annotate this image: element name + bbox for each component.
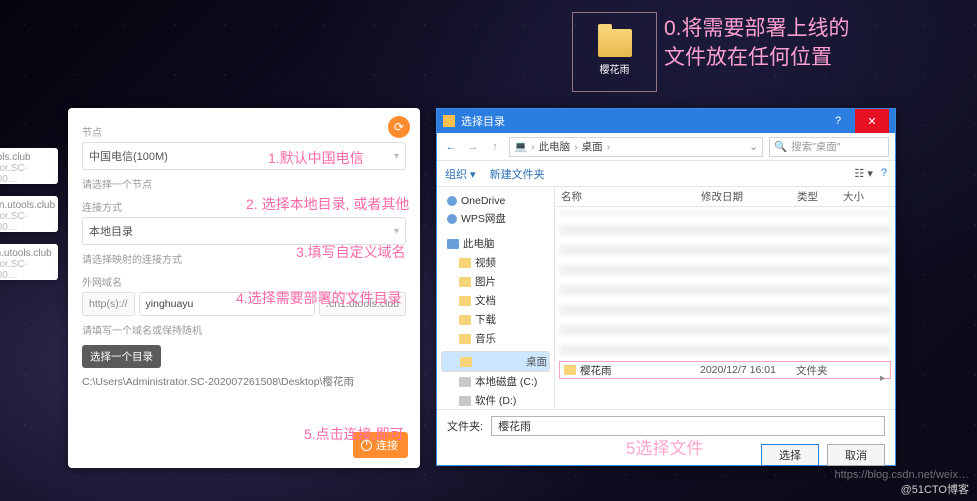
- selected-path: C:\Users\Administrator.SC-202007261508\D…: [82, 374, 406, 389]
- folder-icon: [598, 29, 632, 57]
- column-headers[interactable]: 名称 修改日期 类型 大小: [555, 187, 895, 207]
- drive-icon: [459, 377, 471, 387]
- folder-icon: [459, 296, 471, 306]
- help-button[interactable]: ?: [821, 109, 855, 133]
- annotation-0: 0.将需要部署上线的 文件放在任何位置: [664, 14, 850, 73]
- annotation-3: 3.填写自定义域名: [296, 242, 406, 262]
- folder-icon: [460, 357, 472, 367]
- scroll-right-icon[interactable]: ▸: [880, 372, 890, 382]
- pc-icon: [447, 239, 459, 249]
- cloud-icon: [447, 214, 457, 224]
- annotation-5-left: 5.点击连接,即可: [304, 424, 404, 444]
- recent-tile-1[interactable]: .utools.clubstrator.SC-20200…: [0, 148, 58, 184]
- watermark: https://blog.csdn.net/weix… @51CTO博客: [834, 468, 969, 497]
- blurred-file-list: [559, 211, 891, 355]
- desktop-folder[interactable]: 樱花雨: [572, 12, 657, 92]
- chevron-down-icon: ▾: [394, 151, 399, 162]
- node-hint: 请选择一个节点: [82, 176, 406, 191]
- chevron-down-icon: ▾: [394, 226, 399, 237]
- folder-icon: [564, 365, 576, 375]
- mode-select[interactable]: 本地目录▾: [82, 217, 406, 245]
- cancel-button[interactable]: 取消: [827, 444, 885, 466]
- close-button[interactable]: ✕: [855, 109, 889, 133]
- view-options-icon[interactable]: ☷ ▾: [854, 167, 872, 180]
- app-icon: [443, 115, 455, 127]
- node-label: 节点: [82, 124, 406, 139]
- recent-tile-2[interactable]: 44.cn.utools.clubstrator.SC-20200…: [0, 196, 58, 232]
- cloud-icon: [447, 196, 457, 206]
- recent-tile-3[interactable]: yt.cn.utools.clubstrator.SC-20200…: [0, 244, 58, 280]
- folder-label: 樱花雨: [600, 61, 630, 76]
- filename-label: 文件夹:: [447, 418, 483, 434]
- annotation-2: 2. 选择本地目录, 或者其他: [246, 194, 409, 214]
- drive-icon: [459, 396, 471, 406]
- breadcrumb[interactable]: 💻 ›此电脑 ›桌面 › ⌄: [509, 137, 763, 157]
- nav-forward-icon[interactable]: →: [465, 141, 481, 153]
- annotation-4: 4.选择需要部署的文件目录: [236, 288, 402, 308]
- panel-action-icon[interactable]: ⟳: [388, 116, 410, 138]
- pc-icon: 💻: [514, 140, 527, 153]
- tunnel-settings-panel: ⟳ 节点 中国电信(100M)▾ 1.默认中国电信 请选择一个节点 连接方式 本…: [68, 108, 420, 468]
- help-icon[interactable]: ?: [881, 167, 887, 180]
- folder-icon: [459, 277, 471, 287]
- organize-menu[interactable]: 组织 ▾: [445, 166, 476, 182]
- annotation-5-right: 5选择文件: [626, 434, 703, 459]
- folder-icon: [459, 258, 471, 268]
- folder-tree[interactable]: OneDrive WPS网盘 此电脑 视频 图片 文档 下载 音乐 桌面 本地磁…: [437, 187, 555, 409]
- domain-hint: 请填写一个域名或保持随机: [82, 322, 406, 337]
- new-folder-button[interactable]: 新建文件夹: [490, 166, 545, 182]
- filename-input[interactable]: 樱花雨: [491, 416, 885, 436]
- selected-file-row[interactable]: 樱花雨 2020/12/7 16:01 文件夹 ▸: [559, 361, 891, 379]
- search-icon: 🔍: [774, 140, 787, 153]
- domain-label: 外网域名: [82, 274, 406, 289]
- search-input[interactable]: 🔍 搜索"桌面": [769, 137, 889, 157]
- dialog-title: 选择目录: [461, 113, 505, 129]
- folder-icon: [459, 334, 471, 344]
- chevron-down-icon[interactable]: ⌄: [749, 141, 758, 153]
- dialog-titlebar: 选择目录 ? ✕: [437, 109, 895, 133]
- ok-button[interactable]: 选择: [761, 444, 819, 466]
- nav-up-icon[interactable]: ↑: [487, 141, 503, 153]
- domain-prefix: http(s)://: [82, 292, 135, 316]
- choose-directory-button[interactable]: 选择一个目录: [82, 345, 161, 368]
- file-dialog: 选择目录 ? ✕ ← → ↑ 💻 ›此电脑 ›桌面 › ⌄ 🔍 搜索"桌面" 组…: [436, 108, 896, 466]
- folder-icon: [459, 315, 471, 325]
- nav-back-icon[interactable]: ←: [443, 141, 459, 153]
- annotation-1: 1.默认中国电信: [268, 148, 364, 168]
